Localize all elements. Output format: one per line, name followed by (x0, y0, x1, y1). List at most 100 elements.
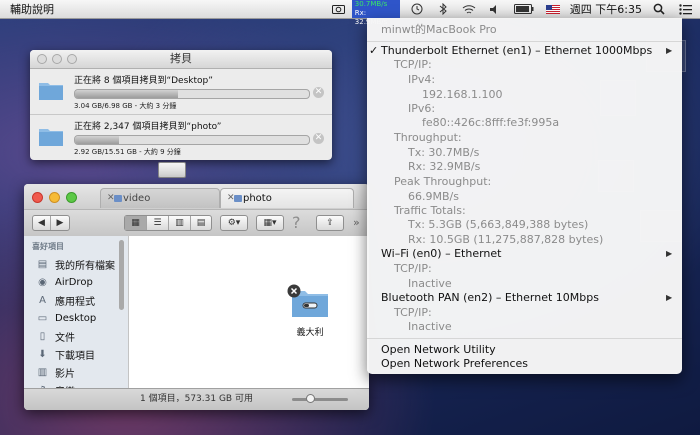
us-flag-icon[interactable] (545, 4, 560, 14)
copy-message: 正在將 8 個項目拷貝到“Desktop” (74, 76, 213, 86)
sidebar-item-movies[interactable]: ▥ 影片 (24, 363, 128, 381)
timemachine-icon[interactable] (410, 3, 424, 15)
zoom-button[interactable] (67, 54, 77, 64)
stop-copy-icon[interactable]: ✕ (313, 87, 324, 98)
close-button[interactable] (32, 192, 43, 203)
sidebar-item-label: 文件 (55, 332, 75, 344)
copy-size: 2.92 GB/15.51 GB - 大約 9 分鐘 (74, 148, 181, 156)
cancel-copy-badge-icon[interactable] (287, 284, 301, 298)
traffic-total-tx: Tx: 5.3GB (5,663,849,388 bytes) (408, 218, 589, 231)
wifi-icon[interactable] (462, 3, 476, 15)
desktop-icon: ▭ (37, 312, 48, 324)
bluetooth-icon[interactable] (436, 3, 450, 15)
sidebar-item-label: 影片 (55, 368, 75, 380)
slider-knob[interactable] (306, 394, 316, 403)
network-menu: minwt的MacBook Pro ✓ Thunderbolt Ethernet… (367, 18, 682, 374)
copy-window-titlebar[interactable]: 拷貝 (30, 50, 332, 69)
battery-icon[interactable] (513, 3, 534, 15)
sidebar-item-downloads[interactable]: ⬇ 下載項目 (24, 345, 128, 363)
sidebar-scrollbar[interactable] (119, 240, 124, 310)
copy-size: 3.04 GB/6.98 GB - 大約 3 分鐘 (74, 102, 177, 110)
copy-progress-bar (74, 89, 310, 99)
finder-window: ✕ video ✕ photo ◀ ▶ ▦ ☰ ▥ ▤ ⚙▾ ▦▾ ? ⇪ » 喜好項目… (24, 184, 369, 410)
menu-clock[interactable]: 週四 下午6:35 (570, 1, 642, 17)
progress-fill (75, 136, 120, 144)
tcpip-label: TCP/IP: (394, 58, 432, 71)
column-view-icon[interactable]: ▥ (169, 216, 191, 230)
sidebar-item-label: 應用程式 (55, 296, 95, 308)
tab-label: photo (243, 193, 272, 204)
tab-video[interactable]: ✕ video (100, 188, 220, 208)
folder-icon (39, 129, 63, 146)
movies-icon: ▥ (37, 366, 48, 378)
back-button[interactable]: ◀ (33, 216, 51, 230)
sidebar-item-airdrop[interactable]: ◉ AirDrop (24, 273, 128, 291)
finder-sidebar: 喜好項目 ▤ 我的所有檔案 ◉ AirDrop A 應用程式 ▭ Desktop ▯ 文件… (24, 236, 129, 389)
close-button[interactable] (37, 54, 47, 64)
finder-status-bar: 1 個項目，573.31 GB 可用 (24, 388, 369, 410)
minimize-button[interactable] (52, 54, 62, 64)
documents-icon: ▯ (39, 330, 46, 342)
menu-help[interactable]: 輔助說明 (0, 1, 54, 17)
copy-window-title: 拷貝 (170, 52, 192, 65)
copy-task: 正在將 8 個項目拷貝到“Desktop” ✕ 3.04 GB/6.98 GB … (30, 69, 332, 115)
volume-icon[interactable] (488, 3, 502, 15)
ipv6-value: fe80::426c:8fff:fe3f:995a (422, 116, 560, 129)
copy-task: 正在將 2,347 個項目拷貝到“photo” ✕ 2.92 GB/15.51 … (30, 115, 332, 160)
notification-list-icon[interactable] (678, 3, 692, 15)
search-icon[interactable] (652, 3, 666, 15)
throughput-tx: Tx: 30.7MB/s (408, 146, 480, 159)
menu-header: minwt的MacBook Pro (381, 23, 497, 36)
help-icon[interactable]: ? (292, 213, 301, 232)
stop-copy-icon[interactable]: ✕ (313, 133, 324, 144)
camera-icon[interactable] (332, 3, 346, 15)
toolbar-overflow-icon[interactable]: » (353, 216, 360, 229)
sidebar-item-all-files[interactable]: ▤ 我的所有檔案 (24, 255, 128, 273)
menu-item-open-network-preferences[interactable]: Open Network Preferences (367, 357, 696, 371)
coverflow-view-icon[interactable]: ▤ (191, 216, 211, 230)
sidebar-item-desktop[interactable]: ▭ Desktop (24, 309, 128, 327)
peak-throughput-value: 66.9MB/s (408, 190, 459, 203)
action-gear-button[interactable]: ⚙▾ (220, 215, 248, 231)
status-inactive: Inactive (408, 320, 452, 333)
minimize-button[interactable] (49, 192, 60, 203)
share-button[interactable]: ⇪ (316, 215, 344, 231)
forward-button[interactable]: ▶ (51, 216, 69, 230)
peak-throughput-label: Peak Throughput: (394, 175, 492, 188)
tcpip-label: TCP/IP: (394, 306, 432, 319)
submenu-arrow-icon: ▶ (666, 46, 673, 55)
tab-photo[interactable]: ✕ photo (220, 188, 354, 208)
sidebar-item-label: Desktop (55, 312, 97, 324)
sidebar-item-applications[interactable]: A 應用程式 (24, 291, 128, 309)
menu-item-wifi[interactable]: Wi–Fi (en0) – Ethernet ▶ (367, 247, 696, 261)
copy-progress-window: 拷貝 正在將 8 個項目拷貝到“Desktop” ✕ 3.04 GB/6.98 … (30, 50, 332, 160)
menu-bar: 輔助說明 Tx: 30.7MB/s Rx: 32.9MB/s 週四 下午6:35 (0, 0, 700, 26)
progress-fill (75, 90, 178, 98)
copy-progress-bar (74, 135, 310, 145)
window-controls (32, 192, 77, 203)
applications-icon: A (39, 294, 46, 306)
menu-item-open-network-utility[interactable]: Open Network Utility (367, 343, 696, 357)
ipv4-value: 192.168.1.100 (422, 88, 503, 101)
interface-label: Thunderbolt Ethernet (en1) – Ethernet 10… (381, 44, 653, 57)
traffic-total-rx: Rx: 10.5GB (11,275,887,828 bytes) (408, 233, 604, 246)
finder-toolbar: ◀ ▶ ▦ ☰ ▥ ▤ ⚙▾ ▦▾ ? ⇪ » (24, 210, 369, 237)
status-text: 1 個項目，573.31 GB 可用 (140, 394, 253, 404)
status-inactive: Inactive (408, 277, 452, 290)
network-throughput-widget[interactable]: Tx: 30.7MB/s Rx: 32.9MB/s (351, 0, 400, 26)
icon-size-slider[interactable] (292, 394, 348, 403)
menu-item-thunderbolt-ethernet[interactable]: ✓ Thunderbolt Ethernet (en1) – Ethernet … (367, 44, 696, 58)
zoom-button[interactable] (66, 192, 77, 203)
finder-content: 義大利 (129, 236, 369, 389)
arrange-button[interactable]: ▦▾ (256, 215, 284, 231)
menu-item-bluetooth-pan[interactable]: Bluetooth PAN (en2) – Ethernet 10Mbps ▶ (367, 291, 696, 305)
netstat-tx: Tx: 30.7MB/s (354, 0, 388, 8)
sidebar-header: 喜好項目 (32, 242, 64, 251)
icon-view-icon[interactable]: ▦ (125, 216, 147, 230)
folder-label: 義大利 (296, 328, 324, 338)
list-view-icon[interactable]: ☰ (147, 216, 169, 230)
ipv6-label: IPv6: (408, 102, 436, 115)
sidebar-item-documents[interactable]: ▯ 文件 (24, 327, 128, 345)
menu-separator (367, 41, 682, 42)
menu-separator (367, 338, 682, 339)
